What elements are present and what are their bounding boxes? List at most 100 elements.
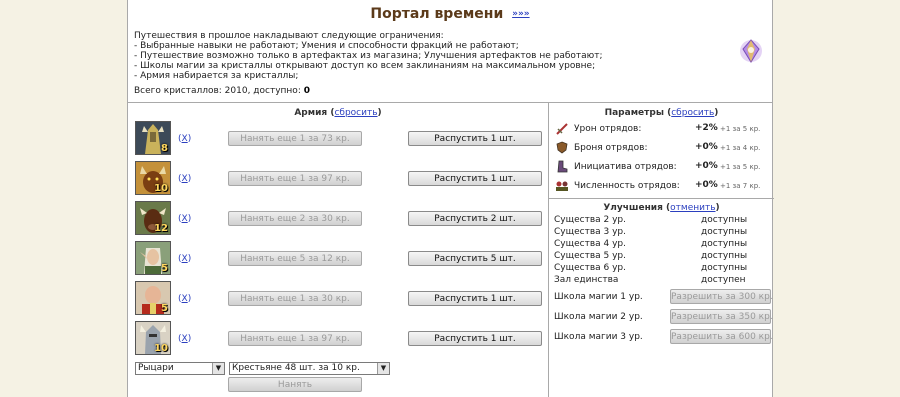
dismiss-button[interactable]: Распустить 1 шт.: [408, 291, 542, 306]
unit-count: 8: [161, 143, 168, 154]
army-reset-link[interactable]: сбросить: [334, 108, 377, 118]
army-section: Армия (сбросить) 8 (X) Нанять еще 1 за 7…: [128, 103, 549, 397]
parameters-section: Параметры (сбросить) Урон отрядов: +2% +…: [549, 103, 774, 199]
unit-count: 5: [161, 303, 168, 314]
army-unit-row: 10 (X) Нанять еще 1 за 97 кр. Распустить…: [135, 161, 545, 197]
dismiss-button[interactable]: Распустить 5 шт.: [408, 251, 542, 266]
upgrade-status: доступен: [701, 275, 746, 285]
crystals-label: Всего кристаллов: 2010, доступно:: [134, 86, 301, 96]
unit-portrait: 10: [135, 321, 171, 355]
dismiss-button[interactable]: Распустить 1 шт.: [408, 331, 542, 346]
parameter-value: +0%: [695, 142, 718, 152]
chevron-down-icon: ▼: [212, 363, 224, 374]
remove-unit-link[interactable]: (X): [178, 334, 191, 344]
allow-magic-button[interactable]: Разрешить за 350 кр.: [670, 309, 773, 324]
army-unit-row: 5 (X) Нанять еще 5 за 12 кр. Распустить …: [135, 241, 545, 277]
unit-count: 12: [154, 223, 168, 234]
remove-unit-link[interactable]: (X): [178, 134, 191, 144]
upgrade-label: Существа 2 ур.: [554, 215, 626, 225]
upgrade-label: Зал единства: [554, 275, 619, 285]
unit-count: 10: [154, 183, 168, 194]
unit-select[interactable]: Крестьяне 48 шт. за 10 кр. ▼: [229, 362, 390, 375]
faction-select[interactable]: Рыцари ▼: [135, 362, 225, 375]
restrictions-text: Путешествия в прошлое накладывают следую…: [134, 31, 734, 81]
parameter-cost: +1 за 4 кр.: [720, 144, 761, 152]
page-title-text: Портал времени: [370, 6, 504, 22]
upgrade-status: доступны: [701, 239, 748, 249]
parameter-row: Численность отрядов: +0% +1 за 7 кр.: [555, 178, 770, 194]
parameter-label: Численность отрядов:: [574, 181, 680, 191]
hire-button[interactable]: Нанять: [228, 377, 362, 392]
upgrade-status: доступны: [701, 227, 748, 237]
unit-portrait: 12: [135, 201, 171, 235]
more-link[interactable]: »»»: [512, 9, 529, 19]
remove-unit-link[interactable]: (X): [178, 254, 191, 264]
boot-icon[interactable]: [555, 160, 569, 173]
parameters-title: Параметры (сбросить): [549, 108, 774, 118]
remove-unit-link[interactable]: (X): [178, 174, 191, 184]
hire-more-button[interactable]: Нанять еще 5 за 12 кр.: [228, 251, 362, 266]
upgrade-status: доступны: [701, 263, 748, 273]
upgrades-cancel-link[interactable]: отменить: [670, 203, 715, 213]
hire-more-button[interactable]: Нанять еще 1 за 97 кр.: [228, 331, 362, 346]
upgrade-label: Существа 6 ур.: [554, 263, 626, 273]
magic-school-row: Школа магии 2 ур. Разрешить за 350 кр.: [554, 309, 773, 325]
hire-more-button[interactable]: Нанять еще 1 за 97 кр.: [228, 171, 362, 186]
shield-icon[interactable]: [555, 141, 569, 154]
allow-magic-button[interactable]: Разрешить за 600 кр.: [670, 329, 773, 344]
hire-more-button[interactable]: Нанять еще 1 за 73 кр.: [228, 131, 362, 146]
upgrade-label: Существа 3 ур.: [554, 227, 626, 237]
magic-school-label: Школа магии 2 ур.: [554, 312, 643, 322]
hire-more-button[interactable]: Нанять еще 1 за 30 кр.: [228, 291, 362, 306]
remove-unit-link[interactable]: (X): [178, 214, 191, 224]
parameter-label: Инициатива отрядов:: [574, 162, 677, 172]
army-unit-row: 8 (X) Нанять еще 1 за 73 кр. Распустить …: [135, 121, 545, 157]
army-unit-row: 12 (X) Нанять еще 2 за 30 кр. Распустить…: [135, 201, 545, 237]
page-title: Портал времени »»»: [128, 6, 772, 22]
upgrade-status: доступны: [701, 215, 748, 225]
parameter-label: Броня отрядов:: [574, 143, 648, 153]
parameter-cost: +1 за 5 кр.: [720, 125, 761, 133]
dismiss-button[interactable]: Распустить 2 шт.: [408, 211, 542, 226]
upgrade-row: Существа 2 ур. доступны: [554, 215, 769, 227]
troops-icon[interactable]: [555, 179, 569, 192]
army-reset-paren-close: ): [377, 108, 382, 118]
army-unit-row: 5 (X) Нанять еще 1 за 30 кр. Распустить …: [135, 281, 545, 317]
x-paren-close: ): [187, 174, 192, 184]
faction-select-value: Рыцари: [138, 363, 174, 373]
crystals-available: 0: [303, 86, 310, 96]
magic-school-row: Школа магии 3 ур. Разрешить за 600 кр.: [554, 329, 773, 345]
sword-icon[interactable]: [555, 122, 569, 135]
parameters-reset-link[interactable]: сбросить: [671, 108, 714, 118]
dismiss-button[interactable]: Распустить 1 шт.: [408, 171, 542, 186]
x-paren-close: ): [187, 254, 192, 264]
upgrade-row: Зал единства доступен: [554, 275, 769, 287]
restriction-line: - Школы магии за кристаллы открывают дос…: [134, 61, 596, 71]
upgrades-title-text: Улучшения: [603, 203, 663, 213]
remove-unit-link[interactable]: (X): [178, 294, 191, 304]
parameter-label: Урон отрядов:: [574, 124, 642, 134]
restriction-line: - Путешествие возможно только в артефакт…: [134, 51, 603, 61]
parameters-title-text: Параметры: [604, 108, 664, 118]
army-title-text: Армия: [294, 108, 328, 118]
upgrade-label: Существа 4 ур.: [554, 239, 626, 249]
magic-school-label: Школа магии 1 ур.: [554, 292, 643, 302]
upgrade-status: доступны: [701, 251, 748, 261]
upgrade-label: Существа 5 ур.: [554, 251, 626, 261]
parameter-value: +2%: [695, 123, 718, 133]
unit-portrait: 10: [135, 161, 171, 195]
parameter-value: +0%: [695, 161, 718, 171]
chevron-down-icon: ▼: [377, 363, 389, 374]
x-paren-close: ): [187, 134, 192, 144]
army-unit-row: 10 (X) Нанять еще 1 за 97 кр. Распустить…: [135, 321, 545, 357]
portal-panel: Портал времени »»» Путешествия в прошлое…: [127, 0, 774, 397]
upgrade-row: Существа 6 ур. доступны: [554, 263, 769, 275]
x-paren-close: ): [187, 334, 192, 344]
x-paren-close: ): [187, 294, 192, 304]
hire-more-button[interactable]: Нанять еще 2 за 30 кр.: [228, 211, 362, 226]
unit-select-value: Крестьяне 48 шт. за 10 кр.: [232, 363, 360, 373]
restriction-line: - Выбранные навыки не работают; Умения и…: [134, 41, 519, 51]
parameter-cost: +1 за 5 кр.: [720, 163, 761, 171]
dismiss-button[interactable]: Распустить 1 шт.: [408, 131, 542, 146]
allow-magic-button[interactable]: Разрешить за 300 кр.: [670, 289, 773, 304]
